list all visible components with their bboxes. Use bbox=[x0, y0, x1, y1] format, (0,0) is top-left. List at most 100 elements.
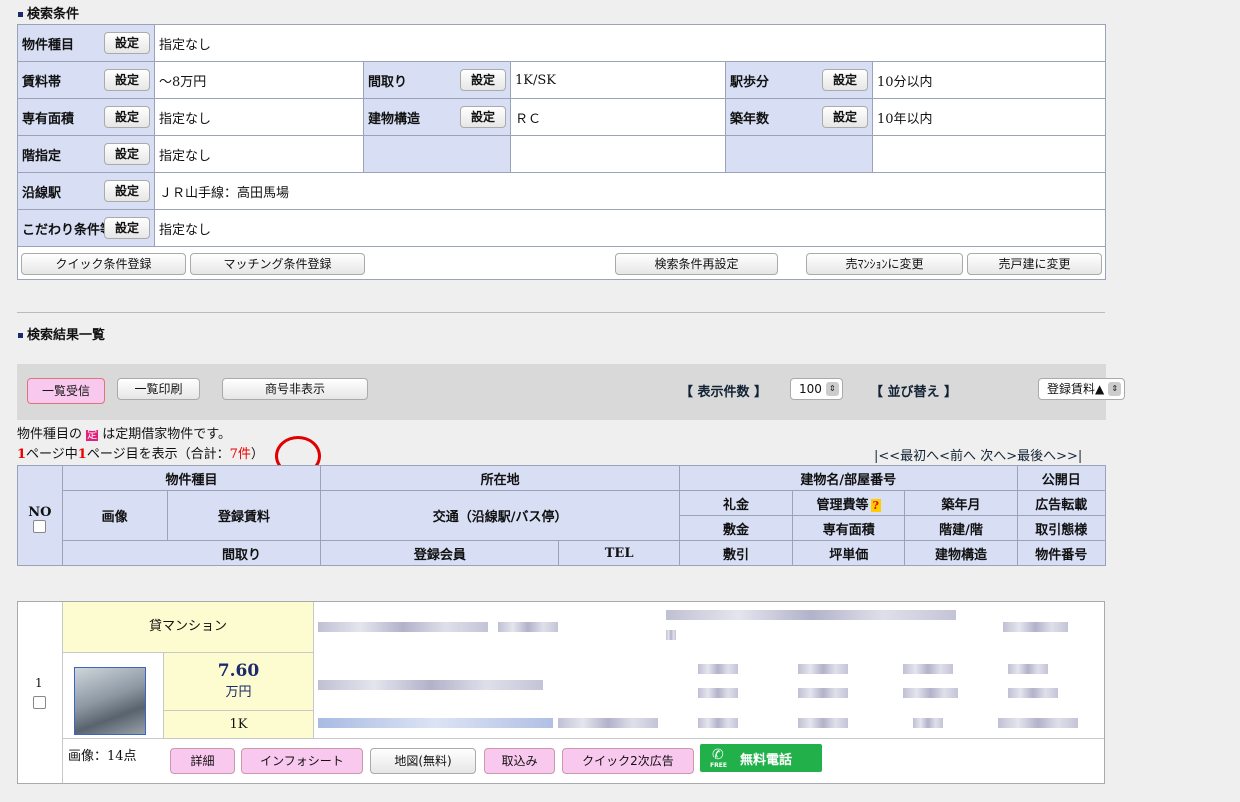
map-button[interactable]: 地図(無料) bbox=[370, 748, 476, 774]
blurred-text bbox=[1008, 664, 1048, 674]
blurred-text bbox=[798, 718, 848, 728]
header-kai: 階建/階 bbox=[904, 515, 1018, 541]
cond-value-special: 指定なし bbox=[154, 209, 1106, 247]
set-button[interactable]: 設定 bbox=[103, 180, 150, 202]
cond-label-structure: 建物構造 設定 bbox=[363, 98, 511, 136]
result-rent: 7.60 万円 bbox=[164, 653, 314, 711]
cond-value-layout: 1K/SK bbox=[510, 61, 726, 99]
cond-label-special: こだわり条件等 設定 bbox=[17, 209, 155, 247]
paging-info: 1ページ中1ページ目を表示（合計：7件） bbox=[17, 447, 264, 462]
blurred-text bbox=[903, 688, 958, 698]
set-button[interactable]: 設定 bbox=[103, 106, 150, 128]
fixed-term-notice: 物件種目の 定 は定期借家物件です。 bbox=[17, 427, 231, 442]
cond-value-kind: 指定なし bbox=[154, 24, 1106, 62]
empty-cell bbox=[363, 135, 511, 173]
free-call-button[interactable]: ✆ FREE 無料電話 bbox=[700, 744, 822, 772]
header-building: 建物名/部屋番号 bbox=[678, 465, 1018, 491]
header-reikin: 礼金 bbox=[678, 490, 794, 516]
list-receive-button[interactable]: 一覧受信 bbox=[27, 378, 105, 404]
row-divider bbox=[63, 738, 1104, 739]
blurred-text bbox=[498, 622, 558, 632]
divider bbox=[17, 312, 1105, 313]
cond-label-layout: 間取り 設定 bbox=[363, 61, 511, 99]
quick-condition-register-button[interactable]: クイック条件登録 bbox=[21, 253, 186, 275]
help-icon[interactable]: ? bbox=[870, 498, 881, 512]
fixed-term-badge: 定 bbox=[86, 430, 99, 441]
display-count-label: 【 表示件数 】 bbox=[680, 385, 768, 400]
blurred-text bbox=[1008, 688, 1058, 698]
blurred-text bbox=[318, 622, 488, 632]
display-count-select[interactable]: 100 ⇕ bbox=[790, 378, 843, 400]
set-button[interactable]: 設定 bbox=[459, 106, 506, 128]
set-button[interactable]: 設定 bbox=[103, 217, 150, 239]
quick-secondary-ad-button[interactable]: クイック2次広告 bbox=[562, 748, 694, 774]
header-image: 画像 bbox=[61, 490, 168, 541]
results-toolbar: 一覧受信 一覧印刷 商号非表示 【 表示件数 】 100 ⇕ 【 並び替え 】 登… bbox=[17, 364, 1126, 420]
result-checkbox[interactable] bbox=[33, 696, 46, 709]
sort-label: 【 並び替え 】 bbox=[870, 385, 958, 400]
search-results-title: 検索結果一覧 bbox=[18, 324, 105, 343]
cond-value-area: 指定なし bbox=[154, 98, 364, 136]
blurred-text bbox=[318, 680, 543, 690]
cond-label-age: 築年数 設定 bbox=[725, 98, 873, 136]
cond-label-walk: 駅歩分 設定 bbox=[725, 61, 873, 99]
header-no: NO bbox=[17, 465, 63, 566]
cond-label-floor: 階指定 設定 bbox=[17, 135, 155, 173]
blurred-text bbox=[798, 664, 848, 674]
cond-value-structure: ＲＣ bbox=[510, 98, 726, 136]
cond-value-age: 10年以内 bbox=[872, 98, 1106, 136]
header-tsubo: 坪単価 bbox=[792, 540, 906, 566]
select-arrow-icon: ⇕ bbox=[825, 382, 839, 396]
empty-cell bbox=[725, 135, 873, 173]
blurred-text bbox=[698, 664, 738, 674]
phone-icon: ✆ bbox=[712, 747, 724, 763]
result-item: 1 貸マンション 7.60 万円 1K 画像：14点 詳細 インフォシート 地図… bbox=[17, 601, 1105, 784]
property-thumbnail[interactable] bbox=[74, 667, 146, 735]
cond-label-area: 専有面積 設定 bbox=[17, 98, 155, 136]
header-tel: TEL bbox=[558, 540, 680, 566]
blurred-text bbox=[913, 718, 943, 728]
hide-company-button[interactable]: 商号非表示 bbox=[222, 378, 368, 400]
set-button[interactable]: 設定 bbox=[103, 143, 150, 165]
cond-value-floor: 指定なし bbox=[154, 135, 364, 173]
result-layout: 1K bbox=[164, 711, 314, 738]
select-all-checkbox[interactable] bbox=[33, 519, 47, 533]
cond-label-rent: 賃料帯 設定 bbox=[17, 61, 155, 99]
header-chiku: 築年月 bbox=[904, 490, 1018, 516]
blurred-text bbox=[998, 718, 1078, 728]
sort-select[interactable]: 登録賃料▲ ⇕ bbox=[1038, 378, 1126, 400]
empty-cell bbox=[510, 135, 726, 173]
set-button[interactable]: 設定 bbox=[459, 69, 506, 91]
blurred-text bbox=[698, 688, 738, 698]
import-button[interactable]: 取込み bbox=[484, 748, 555, 774]
change-to-house-button[interactable]: 売戸建に変更 bbox=[967, 253, 1102, 275]
header-madori: 間取り bbox=[61, 540, 322, 566]
list-print-button[interactable]: 一覧印刷 bbox=[117, 378, 200, 400]
header-kouzou: 建物構造 bbox=[904, 540, 1018, 566]
set-button[interactable]: 設定 bbox=[821, 106, 868, 128]
result-image-cell bbox=[63, 653, 164, 738]
free-call-label: 無料電話 bbox=[740, 753, 793, 768]
reset-conditions-button[interactable]: 検索条件再設定 bbox=[615, 253, 778, 275]
change-to-mansion-button[interactable]: 売ﾏﾝｼｮﾝに変更 bbox=[806, 253, 963, 275]
image-count: 画像：14点 bbox=[68, 749, 137, 764]
header-kanri: 管理費等? bbox=[792, 490, 906, 516]
header-bukken-no: 物件番号 bbox=[1016, 540, 1107, 566]
detail-button[interactable]: 詳細 bbox=[170, 748, 235, 774]
free-label: FREE bbox=[710, 762, 727, 769]
cond-label-kind: 物件種目 設定 bbox=[17, 24, 155, 62]
blurred-text bbox=[666, 630, 676, 640]
set-button[interactable]: 設定 bbox=[103, 69, 150, 91]
set-button[interactable]: 設定 bbox=[103, 32, 150, 54]
info-sheet-button[interactable]: インフォシート bbox=[241, 748, 363, 774]
blurred-text bbox=[903, 664, 953, 674]
cond-value-walk: 10分以内 bbox=[872, 61, 1106, 99]
header-published: 公開日 bbox=[1016, 465, 1107, 491]
header-koukoku: 広告転載 bbox=[1016, 490, 1107, 516]
matching-condition-register-button[interactable]: マッチング条件登録 bbox=[190, 253, 365, 275]
cond-buttons-row: クイック条件登録 マッチング条件登録 検索条件再設定 売ﾏﾝｼｮﾝに変更 売戸建… bbox=[17, 246, 1106, 280]
header-rent: 登録賃料 bbox=[166, 490, 322, 541]
set-button[interactable]: 設定 bbox=[821, 69, 868, 91]
blurred-text bbox=[698, 718, 738, 728]
pagination-nav[interactable]: |<<最初へ<前へ 次へ>最後へ>>| bbox=[874, 445, 1082, 464]
